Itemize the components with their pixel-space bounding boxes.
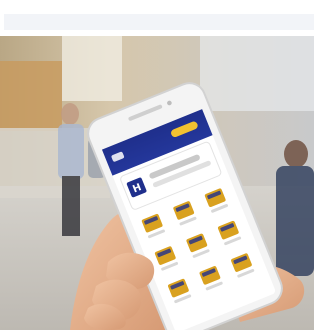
photo: H: [0, 36, 314, 330]
window-light: [62, 36, 122, 101]
photo-scene: H: [0, 36, 314, 330]
ceiling-light: [200, 36, 314, 111]
header-band: [4, 14, 314, 30]
image-frame: H: [0, 0, 314, 330]
wood-panel: [0, 61, 62, 131]
